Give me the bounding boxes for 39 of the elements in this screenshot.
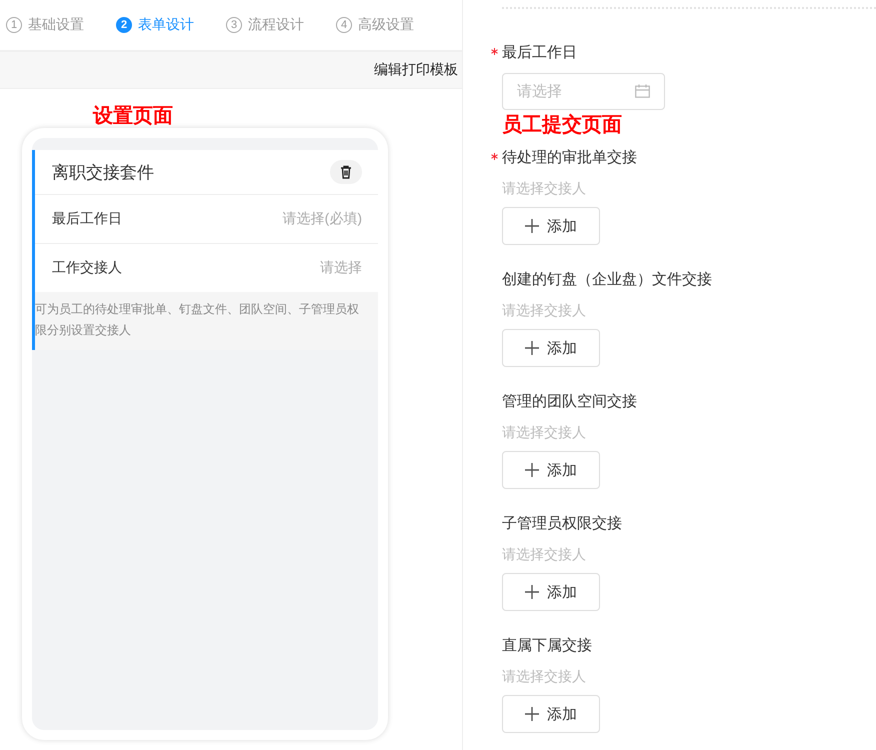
annotation-label: 员工提交页面 xyxy=(502,113,622,137)
plus-icon xyxy=(525,341,539,355)
row-label: 工作交接人 xyxy=(52,259,122,277)
field-label: 管理的团队空间交接 xyxy=(502,392,637,412)
annotation-label: 设置页面 xyxy=(93,104,173,128)
add-button[interactable]: 添加 xyxy=(502,451,600,489)
row-placeholder: 请选择(必填) xyxy=(282,210,362,228)
component-hint: 可为员工的待处理审批单、钉盘文件、团队空间、子管理员权限分别设置交接人 xyxy=(35,292,378,350)
field-label: 子管理员权限交接 xyxy=(502,514,622,534)
field-label: 创建的钉盘（企业盘）文件交接 xyxy=(502,270,712,290)
field-hint: 请选择交接人 xyxy=(502,545,587,564)
add-button[interactable]: 添加 xyxy=(502,207,600,245)
plus-icon xyxy=(525,219,539,233)
row-label: 最后工作日 xyxy=(52,210,122,228)
row-placeholder: 请选择 xyxy=(320,259,362,277)
add-button[interactable]: 添加 xyxy=(502,695,600,733)
step-number: 4 xyxy=(336,17,352,33)
field-label: 最后工作日 xyxy=(502,42,577,64)
field-label: 直属下属交接 xyxy=(502,636,592,656)
component-title: 离职交接套件 xyxy=(52,162,154,184)
print-template-link[interactable]: 编辑打印模板 xyxy=(374,61,458,79)
add-button[interactable]: 添加 xyxy=(502,573,600,611)
add-button[interactable]: 添加 xyxy=(502,329,600,367)
plus-icon xyxy=(525,707,539,721)
field-label: 待处理的审批单交接 xyxy=(502,147,637,169)
delete-button[interactable] xyxy=(330,160,362,184)
calendar-icon xyxy=(635,84,650,98)
plus-icon xyxy=(525,463,539,477)
date-field[interactable]: 请选择 xyxy=(502,73,665,110)
field-hint: 请选择交接人 xyxy=(502,423,587,442)
component-card[interactable]: 离职交接套件 最后工作日 请选择(必填) 工作交接人 请选择 可为员工的待处理审批单、钉盘文件、团队空间、子管理员权限分别设置交接人 xyxy=(32,150,378,350)
field-hint: 请选择交接人 xyxy=(502,301,587,320)
field-hint: 请选择交接人 xyxy=(502,667,587,686)
trash-icon xyxy=(340,165,352,179)
step-number: 2 xyxy=(116,17,132,33)
step-number: 3 xyxy=(226,17,242,33)
field-hint: 请选择交接人 xyxy=(502,179,587,198)
plus-icon xyxy=(525,585,539,599)
step-number: 1 xyxy=(6,17,22,33)
